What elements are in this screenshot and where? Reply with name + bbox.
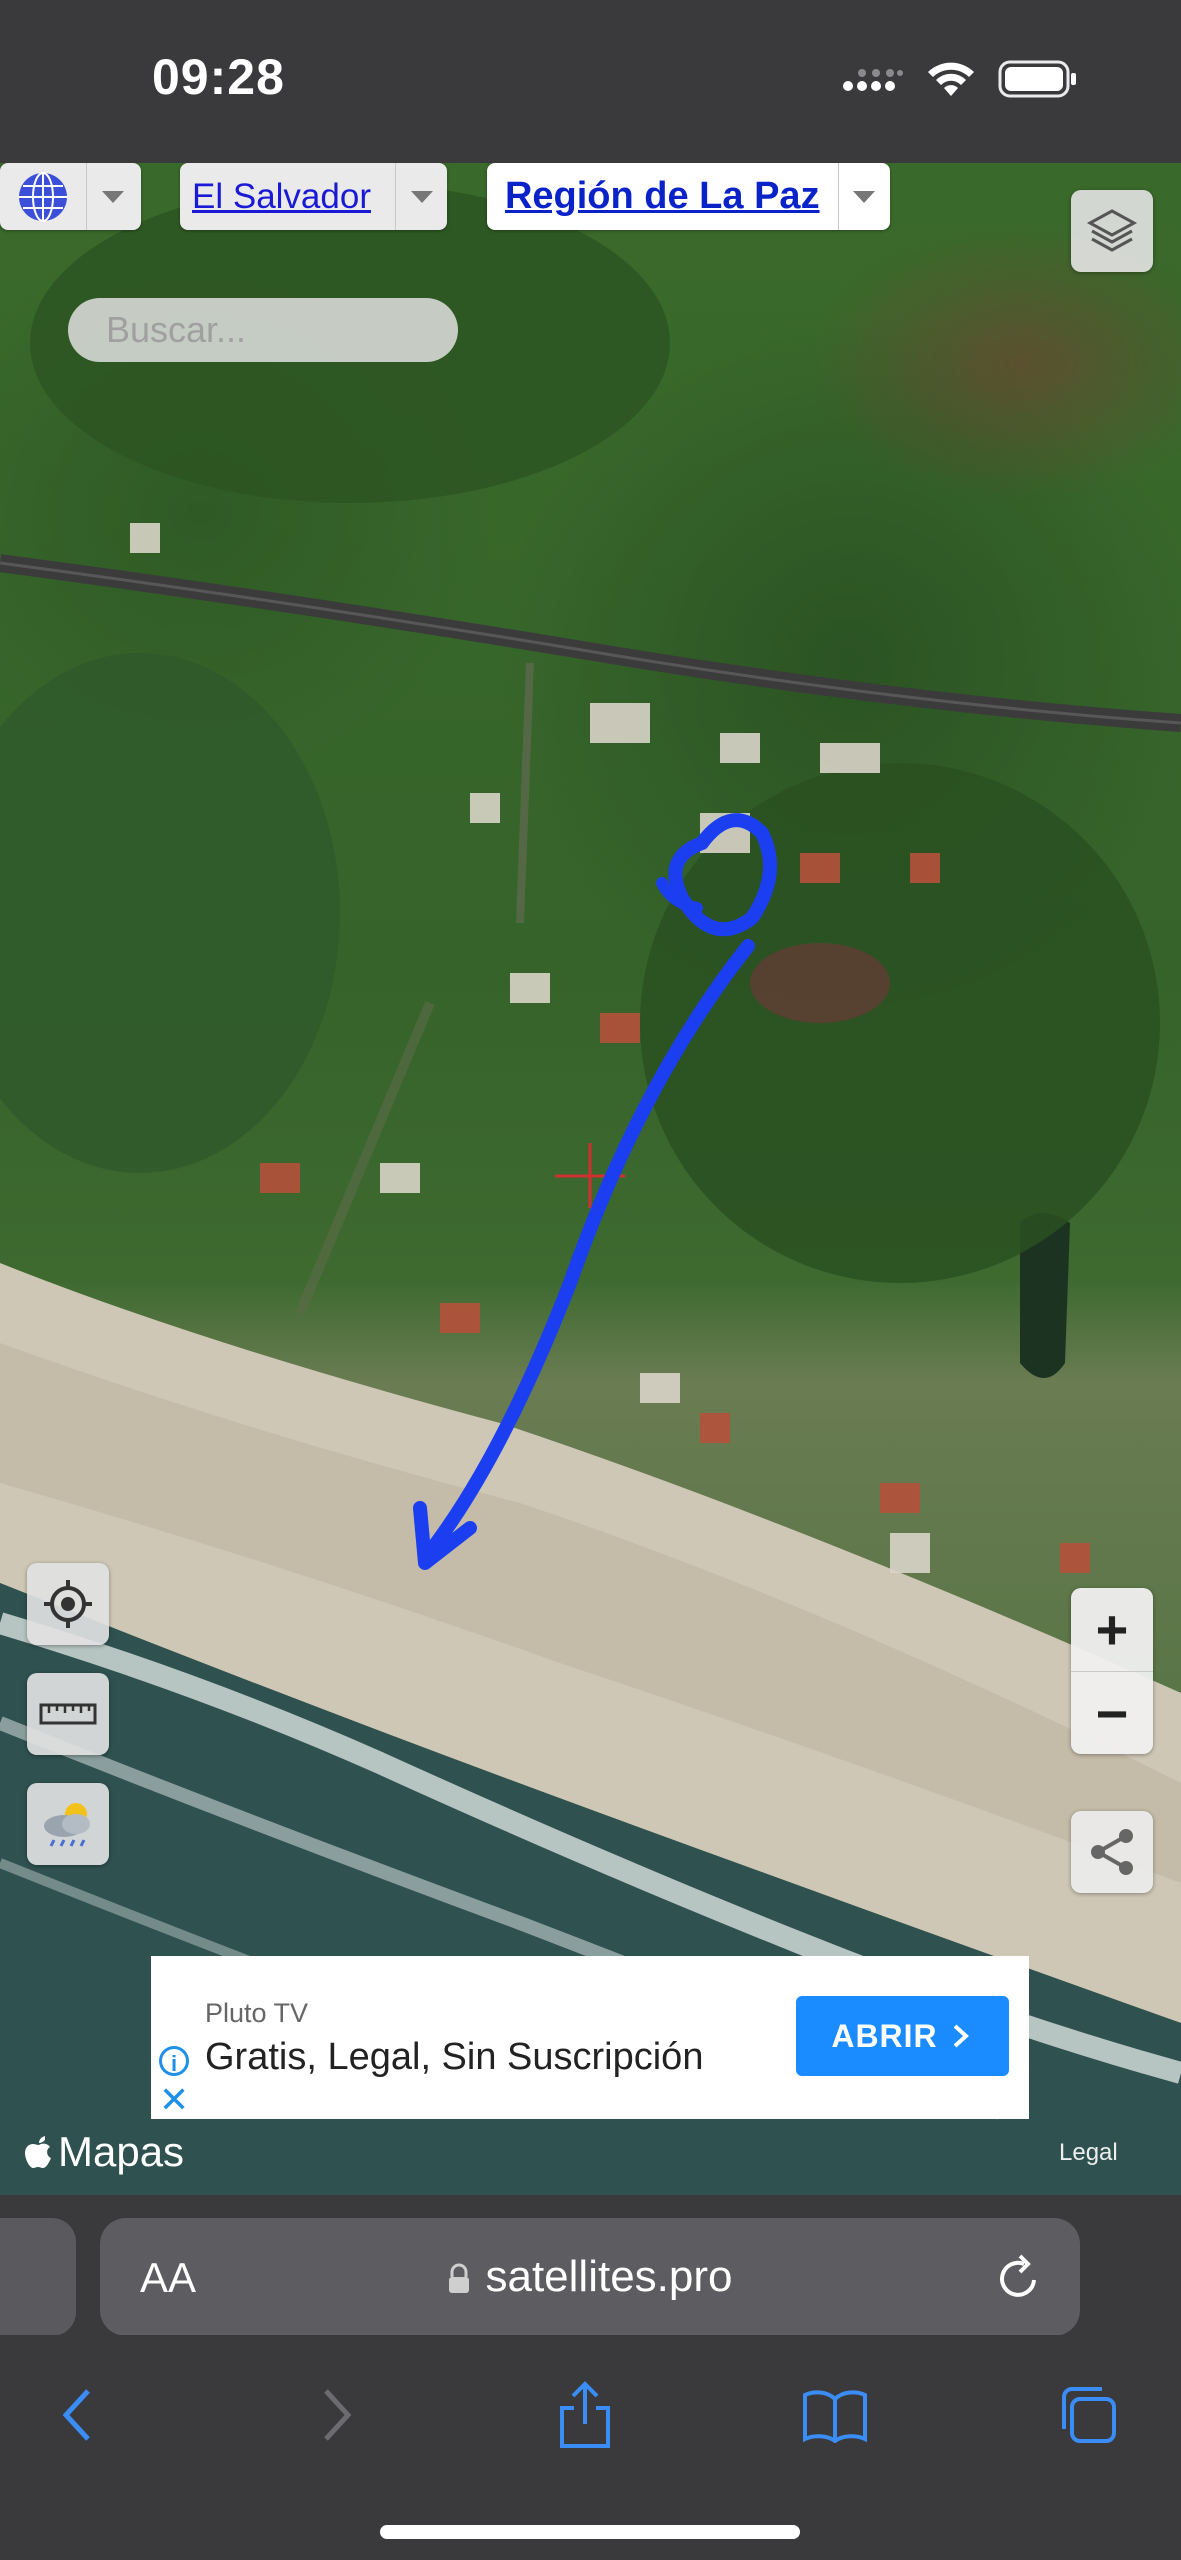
chevron-down-icon[interactable] bbox=[837, 163, 890, 230]
map-type-select[interactable] bbox=[0, 163, 141, 230]
forward-icon bbox=[324, 2389, 352, 2441]
back-button[interactable] bbox=[38, 2375, 118, 2455]
address-bar[interactable]: AA satellites.pro bbox=[100, 2218, 1080, 2336]
apple-logo-icon bbox=[25, 2136, 51, 2168]
country-select[interactable]: El Salvador bbox=[180, 163, 447, 230]
layers-icon bbox=[1086, 209, 1138, 252]
maps-attribution: Mapas bbox=[24, 2128, 184, 2176]
bookmarks-button[interactable] bbox=[795, 2375, 875, 2455]
ad-open-label: ABRIR bbox=[831, 2017, 938, 2054]
tabs-button[interactable] bbox=[1048, 2375, 1128, 2455]
share-button[interactable] bbox=[545, 2375, 625, 2455]
ad-open-button[interactable]: ABRIR bbox=[796, 1996, 1009, 2076]
status-icons bbox=[842, 60, 1078, 98]
status-bar: 09:28 bbox=[0, 0, 1181, 163]
ad-brand: Pluto TV bbox=[205, 1998, 309, 2028]
ruler-icon bbox=[39, 1703, 97, 1725]
ruler-button[interactable] bbox=[27, 1673, 109, 1755]
satellite-map[interactable]: El Salvador Región de La Paz Buscar... +… bbox=[0, 163, 1181, 2195]
zoom-out-button[interactable]: − bbox=[1071, 1672, 1153, 1755]
search-input[interactable] bbox=[68, 298, 458, 362]
region-link[interactable]: Región de La Paz bbox=[487, 175, 838, 218]
signal-icon bbox=[843, 69, 903, 91]
url-text: satellites.pro bbox=[485, 2252, 733, 2301]
tabs-icon bbox=[1062, 2387, 1116, 2443]
zoom-control[interactable]: + − bbox=[1071, 1588, 1153, 1754]
home-indicator[interactable] bbox=[380, 2525, 800, 2539]
locate-icon bbox=[44, 1580, 92, 1628]
share-icon bbox=[560, 2381, 610, 2448]
forward-button[interactable] bbox=[296, 2375, 376, 2455]
previous-tab-peek[interactable] bbox=[0, 2218, 76, 2336]
address-bar-area: AA satellites.pro bbox=[0, 2195, 1181, 2336]
weather-icon bbox=[44, 1803, 90, 1847]
ad-banner[interactable]: i ✕ Pluto TV Gratis, Legal, Sin Suscripc… bbox=[151, 1956, 1029, 2119]
chevron-right-icon bbox=[953, 2024, 969, 2048]
chevron-down-icon[interactable] bbox=[86, 163, 139, 230]
close-ad-icon[interactable]: ✕ bbox=[159, 2082, 189, 2118]
back-icon bbox=[62, 2389, 90, 2441]
bookmarks-icon bbox=[803, 2390, 867, 2443]
locate-button[interactable] bbox=[27, 1563, 109, 1645]
globe-icon bbox=[0, 170, 86, 224]
region-select[interactable]: Región de La Paz bbox=[487, 163, 890, 230]
weather-button[interactable] bbox=[27, 1783, 109, 1865]
info-icon[interactable]: i bbox=[159, 2046, 189, 2076]
browser-toolbar bbox=[0, 2335, 1181, 2560]
url-display[interactable]: satellites.pro bbox=[100, 2252, 1080, 2302]
wifi-icon bbox=[928, 62, 974, 96]
legal-link[interactable]: Legal bbox=[1059, 2139, 1118, 2167]
lock-icon bbox=[449, 2263, 470, 2294]
zoom-in-button[interactable]: + bbox=[1071, 1588, 1153, 1672]
maps-label: Mapas bbox=[58, 2128, 185, 2175]
map-imagery bbox=[0, 183, 1181, 2195]
country-link[interactable]: El Salvador bbox=[180, 177, 395, 217]
status-time: 09:28 bbox=[152, 49, 285, 105]
chevron-down-icon[interactable] bbox=[395, 163, 447, 230]
battery-icon bbox=[998, 60, 1076, 98]
ad-tagline: Gratis, Legal, Sin Suscripción bbox=[205, 2036, 704, 2078]
layers-button[interactable] bbox=[1071, 190, 1153, 272]
share-map-button[interactable] bbox=[1071, 1811, 1153, 1893]
share-map-icon bbox=[1091, 1829, 1133, 1875]
reload-icon[interactable] bbox=[994, 2250, 1044, 2304]
